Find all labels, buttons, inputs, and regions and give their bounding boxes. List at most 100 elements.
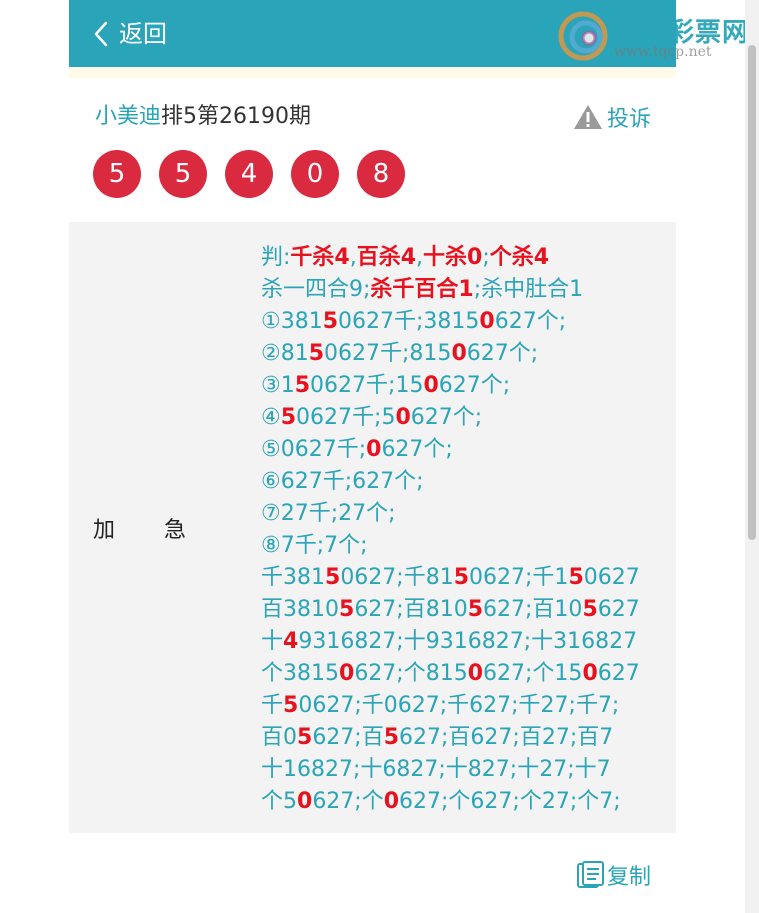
highlight-text: 0 xyxy=(395,405,411,430)
category-tag: 加急 xyxy=(93,512,187,544)
highlight-text: 5 xyxy=(582,597,598,622)
back-button[interactable]: 返回 xyxy=(91,17,167,51)
result-ball: 0 xyxy=(291,150,339,198)
page: 返回 特区彩票网 www.tqcp.net 小美迪排5第26190期 投诉 5 … xyxy=(69,0,748,913)
highlight-text: 5 xyxy=(568,565,584,590)
highlight-text: 百杀4 xyxy=(356,245,417,270)
prediction-segment: 627 xyxy=(597,661,640,686)
highlight-text: 5 xyxy=(383,725,400,750)
post-title: 小美迪排5第26190期 xyxy=(95,100,655,134)
highlight-text: 5 xyxy=(297,725,313,750)
prediction-line: ②8150627千;8150627个; xyxy=(261,338,661,370)
prediction-segment: 千381 xyxy=(261,565,325,590)
prediction-segment: 627;个627;个27;个7; xyxy=(399,789,621,814)
prediction-segment: 0627千;15 xyxy=(310,373,424,398)
prediction-segment: 627 xyxy=(597,597,640,622)
prediction-segment: 千 xyxy=(261,693,284,718)
prediction-line: 千50627;千0627;千627;千27;千7; xyxy=(261,690,661,722)
prediction-segment: 十 xyxy=(261,629,284,654)
prediction-segment: ②81 xyxy=(261,341,309,366)
prediction-segment: 杀一四合9; xyxy=(261,277,371,302)
complain-label: 投诉 xyxy=(606,107,651,132)
prediction-segment: 627个; xyxy=(438,373,511,398)
prediction-segment: ; xyxy=(482,245,490,270)
prediction-segment: 0627千;5 xyxy=(296,405,396,430)
highlight-text: 0 xyxy=(423,373,439,398)
prediction-segment: 627个; xyxy=(494,309,567,334)
prediction-segment: ③1 xyxy=(261,373,295,398)
highlight-text: 5 xyxy=(283,693,299,718)
highlight-text: 5 xyxy=(322,309,339,334)
highlight-text: 5 xyxy=(280,405,297,430)
prediction-segment: 0627;千0627;千627;千27;千7; xyxy=(298,693,620,718)
prediction-segment: ⑤0627千; xyxy=(261,437,367,462)
highlight-text: 0 xyxy=(366,437,382,462)
prediction-line: ①38150627千;38150627个; xyxy=(261,306,661,338)
prediction-line: 千38150627;千8150627;千150627 xyxy=(261,562,661,594)
result-ball: 8 xyxy=(357,150,405,198)
author-link[interactable]: 小美迪 xyxy=(95,104,161,129)
prediction-segment: 627个; xyxy=(410,405,483,430)
prediction-segment: ⑧7千;7个; xyxy=(261,533,368,558)
prediction-segment: 0627;千81 xyxy=(340,565,454,590)
prediction-segment: 9316827;十9316827;十316827 xyxy=(298,629,638,654)
prediction-segment: 627个; xyxy=(466,341,539,366)
prediction-line: 个50627;个0627;个627;个27;个7; xyxy=(261,786,661,818)
prediction-line: 个38150627;个8150627;个150627 xyxy=(261,658,661,690)
scrollbar[interactable] xyxy=(745,0,759,913)
prediction-segment: , xyxy=(416,245,424,270)
prediction-segment: ①381 xyxy=(261,309,323,334)
prediction-segment: 十16827;十6827;十827;十27;十7 xyxy=(261,757,611,782)
category-char: 急 xyxy=(164,518,188,543)
prediction-panel: 加急 判:千杀4,百杀4,十杀0;个杀4 杀一四合9;杀千百合1;杀中肚合1 ①38… xyxy=(69,222,676,833)
logo-swirl-icon xyxy=(558,11,608,61)
prediction-line: ⑦27千;27个; xyxy=(261,498,661,530)
result-ball: 4 xyxy=(225,150,273,198)
warning-icon xyxy=(573,105,602,129)
prediction-segment: 判: xyxy=(261,245,291,270)
prediction-line: 判:千杀4,百杀4,十杀0;个杀4 xyxy=(261,242,661,274)
prediction-segment: ⑦27千;27个; xyxy=(261,501,396,526)
prediction-segment: 627;百627;百27;百7 xyxy=(399,725,614,750)
site-logo: 特区彩票网 www.tqcp.net xyxy=(556,10,756,64)
prediction-segment: 627;百810 xyxy=(354,597,468,622)
prediction-segment: ④ xyxy=(261,405,281,430)
highlight-text: 5 xyxy=(339,597,355,622)
prediction-segment: 0627 xyxy=(583,565,640,590)
copy-document-icon xyxy=(576,861,604,888)
prediction-text: 判:千杀4,百杀4,十杀0;个杀4 杀一四合9;杀千百合1;杀中肚合1 ①38150… xyxy=(261,242,661,818)
highlight-text: 5 xyxy=(294,373,311,398)
prediction-segment: 个5 xyxy=(261,789,297,814)
highlight-text: 5 xyxy=(325,565,341,590)
scrollbar-thumb[interactable] xyxy=(748,45,756,540)
back-label: 返回 xyxy=(119,20,167,48)
highlight-text: 0 xyxy=(383,789,400,814)
prediction-line: 百05627;百5627;百627;百27;百7 xyxy=(261,722,661,754)
highlight-text: 十杀0 xyxy=(423,245,483,270)
result-ball: 5 xyxy=(93,150,141,198)
prediction-line: ③150627千;150627个; xyxy=(261,370,661,402)
highlight-text: 5 xyxy=(308,341,325,366)
top-bar: 返回 特区彩票网 www.tqcp.net xyxy=(69,0,748,67)
prediction-line: ④50627千;50627个; xyxy=(261,402,661,434)
copy-label: 复制 xyxy=(606,865,651,890)
prediction-line: ⑧7千;7个; xyxy=(261,530,661,562)
highlight-text: 0 xyxy=(582,661,598,686)
prediction-segment: 百0 xyxy=(261,725,297,750)
copy-button[interactable]: 复制 xyxy=(575,858,651,892)
prediction-line: 百38105627;百8105627;百105627 xyxy=(261,594,661,626)
notice-strip xyxy=(69,67,676,78)
prediction-segment: ⑥627千;627个; xyxy=(261,469,424,494)
complain-button[interactable]: 投诉 xyxy=(573,100,651,134)
highlight-text: 杀千百合1 xyxy=(370,277,474,302)
prediction-segment: 627;百10 xyxy=(483,597,583,622)
prediction-segment: 个3815 xyxy=(261,661,339,686)
highlight-text: 个杀4 xyxy=(489,245,550,270)
highlight-text: 0 xyxy=(479,309,495,334)
highlight-text: 0 xyxy=(339,661,355,686)
prediction-segment: 0627;千1 xyxy=(469,565,569,590)
highlight-text: 千杀4 xyxy=(290,245,350,270)
highlight-text: 0 xyxy=(467,661,484,686)
draw-result: 5 5 4 0 8 xyxy=(93,150,423,198)
prediction-line: 十49316827;十9316827;十316827 xyxy=(261,626,661,658)
